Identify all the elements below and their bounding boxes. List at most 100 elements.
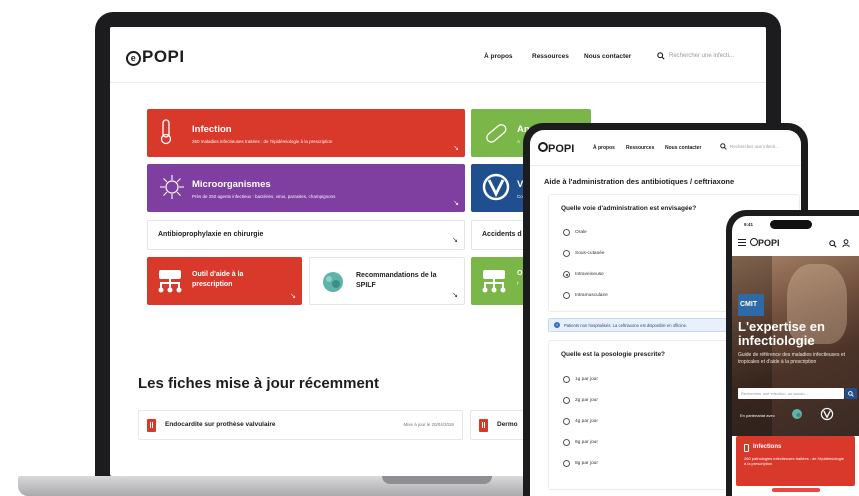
- hero-search-button[interactable]: [845, 388, 857, 399]
- infections-card-title: Infections: [753, 444, 782, 450]
- logo-e-icon: [750, 238, 758, 246]
- user-icon[interactable]: [842, 239, 850, 248]
- radio-circle: [563, 397, 570, 404]
- phone-navbar: POPI: [732, 233, 859, 255]
- tile-antibioprophylaxie[interactable]: Antibioprophylaxie en chirurgie ↘: [147, 220, 465, 250]
- tile-accidents-title: Accidents d: [482, 231, 522, 238]
- virus-icon: [160, 175, 184, 199]
- fiche-title: Endocardite sur prothèse valvulaire: [165, 421, 276, 428]
- document-icon: [744, 444, 749, 452]
- tile-infection-subtitle: 260 maladies infectieuses traitées : de …: [192, 139, 333, 144]
- site-logo[interactable]: POPI: [750, 238, 780, 248]
- hero-lead: Guide de référence des maladies infectie…: [738, 352, 846, 365]
- nav-search-input[interactable]: Rechercher une infecti...: [720, 143, 779, 150]
- spilf-logo-icon: [792, 409, 802, 419]
- radio-circle: [563, 229, 570, 236]
- arrow-icon: ↘: [453, 145, 459, 152]
- tile-outil-aide-prescription[interactable]: Outil d'aide à la prescription ↘: [147, 257, 302, 305]
- partner-label: En partenariat avec: [740, 413, 775, 418]
- spilf-logo-icon: [323, 272, 343, 292]
- arrow-icon: ↘: [452, 237, 458, 244]
- page-title: Aide à l'administration des antibiotique…: [544, 177, 735, 186]
- tile-outil-title: Outil d'aide à la prescription: [192, 271, 244, 288]
- search-icon[interactable]: [829, 240, 837, 248]
- radio-dose-4g[interactable]: 4g par jour: [563, 418, 598, 425]
- pill-icon: [486, 124, 507, 143]
- hero-search-input[interactable]: Rechercher une infection, un vaccin...: [738, 388, 844, 399]
- question-dose: Quelle est la posologie prescrite?: [561, 351, 666, 358]
- tile-microorganismes-title: Microorganismes: [192, 179, 271, 190]
- tile-infection[interactable]: Infection 260 maladies infectieuses trai…: [147, 109, 465, 157]
- hamburger-menu-icon[interactable]: [738, 239, 746, 248]
- radio-dose-8g[interactable]: 8g par jour: [563, 460, 598, 467]
- nav-link-a-propos[interactable]: À propos: [484, 53, 513, 60]
- question-route: Quelle voie d'administration est envisag…: [561, 205, 697, 212]
- tile-vaccins-subtitle: Co: [517, 194, 523, 199]
- nav-link-ressources[interactable]: Ressources: [532, 53, 569, 60]
- flowchart-icon: [482, 270, 506, 293]
- radio-orale[interactable]: Orale: [563, 229, 587, 236]
- document-icon: [479, 419, 488, 432]
- radio-dose-2g[interactable]: 2g par jour: [563, 397, 598, 404]
- search-icon: [720, 143, 727, 150]
- radio-dose-6g[interactable]: 6g par jour: [563, 439, 598, 446]
- cmit-logo: CMIT: [738, 294, 764, 316]
- phone-screen: 9:41 POPI CMIT L'expertise en infectiolo…: [732, 216, 859, 496]
- radio-circle: [563, 292, 570, 299]
- radio-circle: [563, 439, 570, 446]
- search-icon: [848, 390, 854, 397]
- nav-link-a-propos[interactable]: À propos: [593, 145, 615, 151]
- laptop-notch: [382, 476, 492, 484]
- tile-spilf-title: Recommandations de la SPILF: [356, 272, 437, 289]
- tablet-navbar: POPI À propos Ressources Nous contacter …: [530, 130, 801, 166]
- status-time: 9:41: [744, 222, 754, 227]
- radio-intramusculaire[interactable]: Intramusculaire: [563, 292, 608, 299]
- site-logo[interactable]: e POPI: [126, 47, 185, 67]
- arrow-icon: ↘: [452, 292, 458, 299]
- infections-card-subtitle: 260 pathologies infectieuses traitées : …: [744, 456, 844, 466]
- dynamic-island: [770, 220, 812, 229]
- radio-circle: [563, 418, 570, 425]
- vaccine-logo-icon: [482, 173, 510, 201]
- nav-link-ressources[interactable]: Ressources: [626, 145, 654, 151]
- tile-antibiotiques-subtitle: A: [517, 139, 521, 144]
- radio-intraveineuse[interactable]: Intraveineuse: [563, 271, 604, 278]
- tile-infection-title: Infection: [192, 124, 232, 135]
- radio-circle: [563, 250, 570, 257]
- nav-link-nous-contacter[interactable]: Nous contacter: [584, 53, 631, 60]
- fiche-card[interactable]: Endocardite sur prothèse valvulaire Mise…: [138, 410, 463, 440]
- document-icon: [147, 419, 156, 432]
- section-title-fiches: Les fiches mise à jour récemment: [138, 375, 379, 392]
- home-indicator: [772, 488, 820, 492]
- nav-link-nous-contacter[interactable]: Nous contacter: [665, 145, 701, 151]
- tile-outils-green-subtitle: l': [517, 281, 519, 286]
- search-icon: [657, 52, 665, 60]
- top-navbar: e POPI À propos Ressources Nous contacter…: [110, 27, 766, 83]
- logo-e-icon: [538, 142, 548, 152]
- tile-outils-green-title: O: [517, 270, 523, 277]
- tile-recommandations-spilf[interactable]: Recommandations de la SPILF ↘: [309, 257, 465, 305]
- vaccine-logo-icon: [820, 407, 834, 421]
- radio-circle: [563, 460, 570, 467]
- laptop-base: [18, 476, 598, 496]
- thermometer-icon: [160, 119, 172, 145]
- site-logo[interactable]: POPI: [538, 142, 574, 155]
- arrow-icon: ↘: [290, 293, 296, 300]
- flowchart-icon: [158, 270, 182, 293]
- fiche-title: Dermo: [497, 421, 518, 428]
- hero-title: L'expertise en infectiologie: [738, 319, 825, 348]
- tile-microorganismes[interactable]: Microorganismes Près de 250 agents infec…: [147, 164, 465, 212]
- nav-search-input[interactable]: Rechercher une infecti...: [657, 50, 757, 62]
- radio-dose-1g[interactable]: 1g par jour: [563, 376, 598, 383]
- radio-sous-cutanee[interactable]: Sous-cutanée: [563, 250, 605, 257]
- radio-circle: [563, 376, 570, 383]
- logo-e-icon: e: [126, 51, 141, 66]
- hero-banner: CMIT L'expertise en infectiologie Guide …: [732, 256, 859, 436]
- info-icon: i: [554, 322, 560, 328]
- tile-antibioprophylaxie-title: Antibioprophylaxie en chirurgie: [158, 231, 264, 238]
- radio-circle-selected: [563, 271, 570, 278]
- fiche-date: Mise à jour le 20/04/2026: [403, 422, 454, 427]
- infections-card[interactable]: Infections 260 pathologies infectieuses …: [736, 436, 855, 486]
- tile-microorganismes-subtitle: Près de 250 agents infectieux : bactérie…: [192, 194, 336, 199]
- arrow-icon: ↘: [453, 200, 459, 207]
